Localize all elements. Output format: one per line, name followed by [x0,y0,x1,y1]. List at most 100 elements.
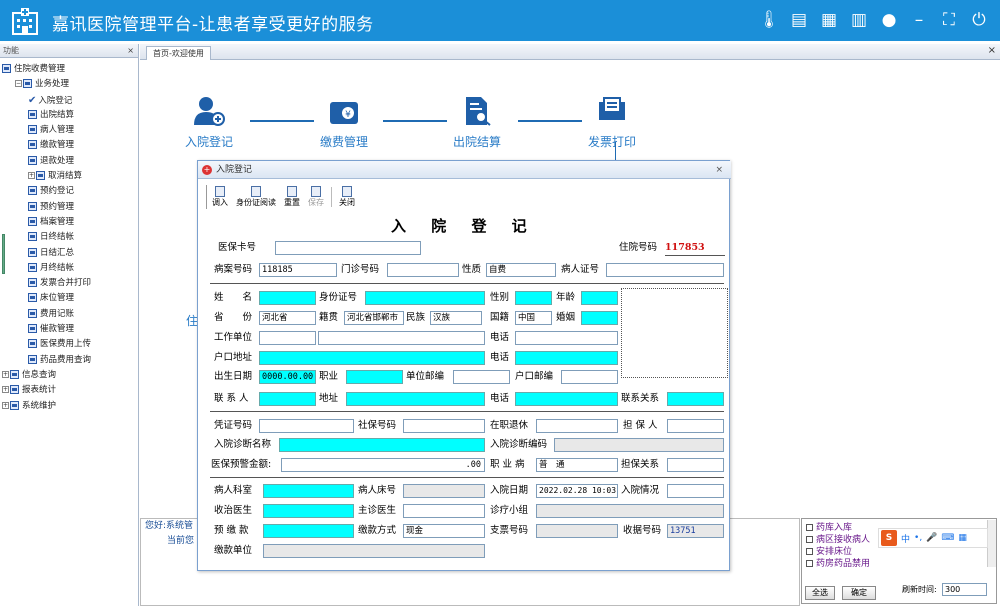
keyboard-icon[interactable]: ⌨ [941,533,954,543]
deposit-input[interactable] [263,524,354,538]
nav-item[interactable]: 预约管理 [0,200,138,215]
checkbox[interactable] [806,548,813,555]
fullscreen-icon[interactable]: ⛶ [938,9,960,31]
import-button[interactable]: 调入 [209,185,231,209]
nav-item[interactable]: 出院结算 [0,108,138,123]
expand-toggle-icon[interactable]: + [28,172,35,180]
jiguan-input[interactable]: 河北省邯郸市 [344,311,404,325]
diag-name-input[interactable] [279,438,485,452]
close-icon[interactable]: × [988,45,996,56]
hukou-input[interactable] [259,351,485,365]
grid-icon[interactable]: ▦ [958,533,967,543]
punctuation-icon[interactable]: •, [914,533,922,543]
task-item[interactable]: 药房药品禁用 [802,558,996,570]
nav-item[interactable]: 催款管理 [0,322,138,337]
nav-item[interactable]: 病人管理 [0,123,138,138]
pingzheng-input[interactable] [259,419,354,433]
nav-item[interactable]: 日结汇总 [0,246,138,261]
nav-item[interactable]: 费用记账 [0,307,138,322]
checkbox[interactable] [806,560,813,567]
thermometer-icon[interactable]: 🌡 [758,9,780,31]
doctor-select[interactable] [263,504,354,518]
relation-select[interactable] [667,392,724,406]
step-payment[interactable]: ¥ 缴费管理 [320,96,368,150]
bingan-no-input[interactable]: 118185 [259,263,337,277]
idcard-input[interactable] [365,291,485,305]
nav-item[interactable]: 月终结帐 [0,261,138,276]
guoji-select[interactable]: 中国 [515,311,552,325]
tab-home[interactable]: 首页-欢迎使用 [146,46,211,60]
dept-select[interactable] [263,484,354,498]
close-icon[interactable]: × [715,161,723,179]
age-input[interactable] [581,291,618,305]
step-admission[interactable]: 入院登记 [185,96,233,150]
nav-item[interactable]: 预约登记 [0,184,138,199]
expand-toggle-icon[interactable]: − [15,80,22,88]
nav-item[interactable]: + 报表统计 [0,383,138,398]
close-icon[interactable]: × [127,44,134,58]
yibao-card-input[interactable] [275,241,421,255]
user-icon[interactable]: ● [878,9,900,31]
scrollbar[interactable] [987,520,996,567]
expand-toggle-icon[interactable]: + [2,370,9,378]
minzu-select[interactable]: 汉族 [430,311,482,325]
nav-item[interactable]: 发票合并打印 [0,276,138,291]
phone-input[interactable] [515,331,618,345]
nav-item[interactable]: ✔ 入院登记 [0,93,138,108]
shebao-input[interactable] [403,419,485,433]
checkbox[interactable] [806,524,813,531]
nav-item[interactable]: 药品费用查询 [0,353,138,368]
step-invoice[interactable]: 发票打印 [588,96,636,150]
patient-id-input[interactable] [606,263,724,277]
save-button[interactable]: 保存 [305,185,327,209]
nav-item[interactable]: 退款处理 [0,154,138,169]
zaizhi-select[interactable] [536,419,618,433]
chief-select[interactable] [403,504,485,518]
hunyin-select[interactable] [581,311,618,325]
danbao-input[interactable] [667,419,724,433]
phone2-input[interactable] [515,351,618,365]
work-name-input[interactable] [318,331,485,345]
nav-item[interactable]: 医保费用上传 [0,337,138,352]
birthday-input[interactable]: 0000.00.00 [259,370,316,384]
nav-item[interactable]: 档案管理 [0,215,138,230]
photo-box[interactable] [621,288,728,378]
zhiye-bing-select[interactable]: 普 通 [536,458,618,472]
pay-method-select[interactable]: 现金 [403,524,485,538]
province-select[interactable]: 河北省 [259,311,316,325]
calculator-icon[interactable]: ▦ [818,9,840,31]
work-code-input[interactable] [259,331,316,345]
expand-toggle-icon[interactable]: + [2,401,9,409]
idcard-read-button[interactable]: 身份证阅读 [233,185,279,209]
mic-icon[interactable]: 🎤 [926,533,937,543]
select-all-button[interactable]: 全选 [805,586,835,600]
nav-item[interactable]: 床位管理 [0,291,138,306]
nav-item[interactable]: 住院收费管理 [0,62,138,77]
unit-zip-input[interactable] [453,370,510,384]
checkbox[interactable] [806,536,813,543]
danbao-rel-select[interactable] [667,458,724,472]
address-input[interactable] [346,392,485,406]
minimize-icon[interactable]: – [908,9,930,31]
yujing-input[interactable]: .00 [281,458,485,472]
admit-date-input[interactable]: 2022.02.28 10:03 [536,484,618,498]
nav-item[interactable]: + 系统维护 [0,399,138,414]
reset-button[interactable]: 重置 [281,185,303,209]
ime-toolbar[interactable]: S 中 •, 🎤 ⌨ ▦ [878,528,988,548]
step-discharge[interactable]: 出院结算 [453,96,501,150]
ime-mode[interactable]: 中 [901,532,910,545]
xingshi-select[interactable]: 自费 [486,263,556,277]
drag-handle[interactable] [2,234,5,274]
printer-icon[interactable]: ▤ [788,9,810,31]
admit-status-select[interactable] [667,484,724,498]
expand-toggle-icon[interactable]: + [2,386,9,394]
name-input[interactable] [259,291,316,305]
library-icon[interactable]: ▥ [848,9,870,31]
power-icon[interactable]: ⏻ [968,9,990,31]
contact-input[interactable] [259,392,316,406]
nav-item[interactable]: 缴款管理 [0,138,138,153]
phone3-input[interactable] [515,392,618,406]
job-select[interactable] [346,370,403,384]
nav-item[interactable]: − 业务处理 [0,77,138,92]
nav-item[interactable]: + 取消结算 [0,169,138,184]
